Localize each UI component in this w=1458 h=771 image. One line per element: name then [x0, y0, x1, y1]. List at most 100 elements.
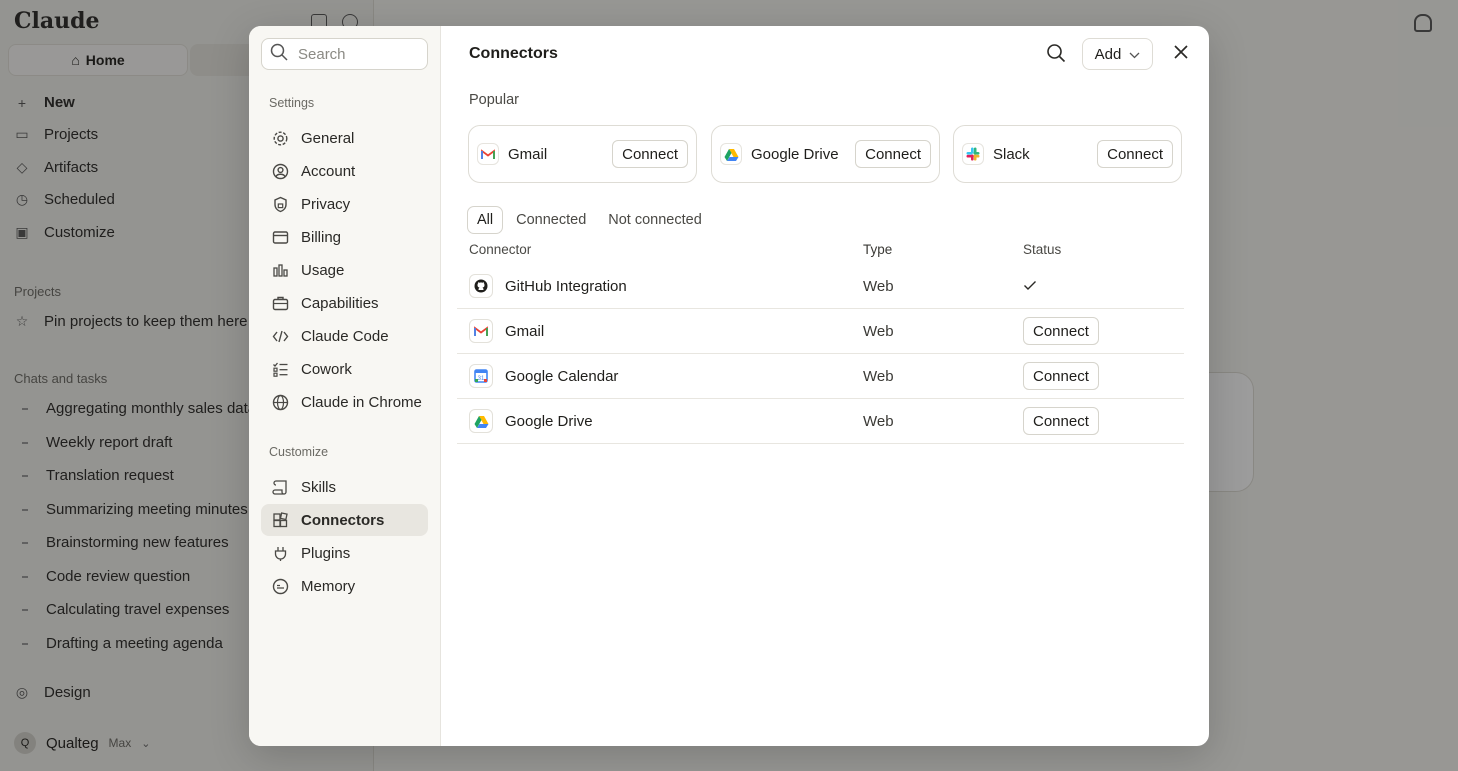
column-header: Status: [1023, 241, 1062, 257]
table-row[interactable]: Gmail Web Connect: [457, 309, 1184, 354]
connector-type: Web: [863, 322, 894, 340]
settings-item-label: Claude Code: [301, 327, 389, 345]
settings-item-label: Usage: [301, 261, 345, 279]
chevron-down-icon: [1129, 46, 1140, 63]
settings-item-label: General: [301, 129, 355, 147]
gmail-icon: [477, 143, 499, 165]
connect-button[interactable]: Connect: [1023, 407, 1099, 435]
gmail-icon: [469, 319, 493, 343]
google-drive-icon: [720, 143, 742, 165]
connector-name: GitHub Integration: [505, 277, 627, 295]
popular-name: Gmail: [508, 145, 548, 163]
settings-item-label: Account: [301, 162, 356, 180]
settings-item-skills[interactable]: Skills: [261, 471, 428, 503]
close-button[interactable]: [1169, 42, 1193, 66]
settings-sidebar: Settings General Account Privacy Billing…: [249, 26, 441, 746]
table-row[interactable]: GitHub Integration Web: [457, 264, 1184, 309]
settings-item-cowork[interactable]: Cowork: [261, 353, 428, 385]
filter-tabs: All Connected Not connected: [467, 206, 711, 234]
settings-item-connectors[interactable]: Connectors: [261, 504, 428, 536]
connector-type: Web: [863, 412, 894, 430]
settings-item-label: Connectors: [301, 511, 385, 529]
settings-item-claude-code[interactable]: Claude Code: [261, 320, 428, 352]
connector-name: Google Calendar: [505, 367, 619, 385]
slack-icon: [962, 143, 984, 165]
settings-item-claude-in-chrome[interactable]: Claude in Chrome: [261, 386, 428, 418]
connect-button[interactable]: Connect: [1023, 362, 1099, 390]
connector-cell: 31 Google Calendar: [457, 364, 863, 388]
connectors-panel: Connectors Add Popular Gmail Connect Goo…: [441, 26, 1209, 746]
globe-icon: [271, 393, 289, 411]
table-row[interactable]: Google Drive Web Connect: [457, 399, 1184, 444]
column-header: Type: [863, 241, 893, 257]
add-button[interactable]: Add: [1082, 38, 1153, 70]
popular-heading: Popular: [469, 92, 519, 108]
settings-item-label: Claude in Chrome: [301, 393, 422, 411]
credit-card-icon: [271, 228, 289, 246]
github-icon: [469, 274, 493, 298]
page-title: Connectors: [469, 45, 558, 62]
search-input[interactable]: [298, 45, 418, 63]
checklist-icon: [271, 360, 289, 378]
shield-lock-icon: [271, 195, 289, 213]
connect-button[interactable]: Connect: [1097, 140, 1173, 168]
briefcase-icon: [271, 294, 289, 312]
settings-item-label: Privacy: [301, 195, 351, 213]
settings-modal: Settings General Account Privacy Billing…: [249, 26, 1209, 746]
add-label: Add: [1094, 45, 1122, 63]
google-calendar-icon: 31: [469, 364, 493, 388]
connector-name: Google Drive: [505, 412, 593, 430]
settings-item-label: Cowork: [301, 360, 352, 378]
settings-heading: Settings: [269, 96, 315, 110]
popular-card-gmail: Gmail Connect: [468, 125, 697, 183]
table-header: Connector Type Status: [457, 234, 1184, 264]
connector-cell: GitHub Integration: [457, 274, 863, 298]
settings-item-capabilities[interactable]: Capabilities: [261, 287, 428, 319]
popular-name: Slack: [993, 145, 1030, 163]
connector-name: Gmail: [505, 322, 545, 340]
connector-type: Web: [863, 367, 894, 385]
popular-name: Google Drive: [751, 145, 839, 163]
customize-heading: Customize: [269, 445, 329, 459]
status-cell: Connect: [1023, 362, 1184, 390]
settings-item-general[interactable]: General: [261, 122, 428, 154]
search-field[interactable]: [261, 38, 428, 70]
settings-item-memory[interactable]: Memory: [261, 570, 428, 602]
connector-type: Web: [863, 277, 894, 295]
status-cell: [1023, 278, 1184, 295]
popular-card-google-drive: Google Drive Connect: [711, 125, 940, 183]
column-header: Connector: [469, 241, 532, 257]
connector-cell: Google Drive: [457, 409, 863, 433]
popular-card-slack: Slack Connect: [953, 125, 1182, 183]
settings-item-billing[interactable]: Billing: [261, 221, 428, 253]
plug-icon: [271, 544, 289, 562]
bar-chart-icon: [271, 261, 289, 279]
settings-item-account[interactable]: Account: [261, 155, 428, 187]
settings-item-usage[interactable]: Usage: [261, 254, 428, 286]
tab-all[interactable]: All: [467, 206, 504, 234]
settings-item-plugins[interactable]: Plugins: [261, 537, 428, 569]
blocks-icon: [271, 511, 289, 529]
code-icon: [271, 327, 289, 345]
tab-not-connected[interactable]: Not connected: [599, 206, 711, 234]
gear-icon: [271, 129, 289, 147]
table-row[interactable]: 31 Google Calendar Web Connect: [457, 354, 1184, 399]
connector-cell: Gmail: [457, 319, 863, 343]
tab-connected[interactable]: Connected: [507, 206, 595, 234]
scroll-icon: [271, 478, 289, 496]
settings-item-label: Billing: [301, 228, 342, 246]
settings-item-label: Skills: [301, 478, 337, 496]
settings-item-label: Capabilities: [301, 294, 379, 312]
search-connectors-button[interactable]: [1043, 42, 1069, 68]
search-icon: [1046, 43, 1066, 68]
settings-item-label: Memory: [301, 577, 356, 595]
connectors-table: Connector Type Status GitHub Integration…: [457, 234, 1184, 444]
checkmark-icon: [1023, 278, 1037, 295]
close-icon: [1174, 44, 1188, 64]
settings-item-privacy[interactable]: Privacy: [261, 188, 428, 220]
search-icon: [270, 43, 288, 66]
memory-icon: [271, 577, 289, 595]
connect-button[interactable]: Connect: [1023, 317, 1099, 345]
connect-button[interactable]: Connect: [612, 140, 688, 168]
connect-button[interactable]: Connect: [855, 140, 931, 168]
